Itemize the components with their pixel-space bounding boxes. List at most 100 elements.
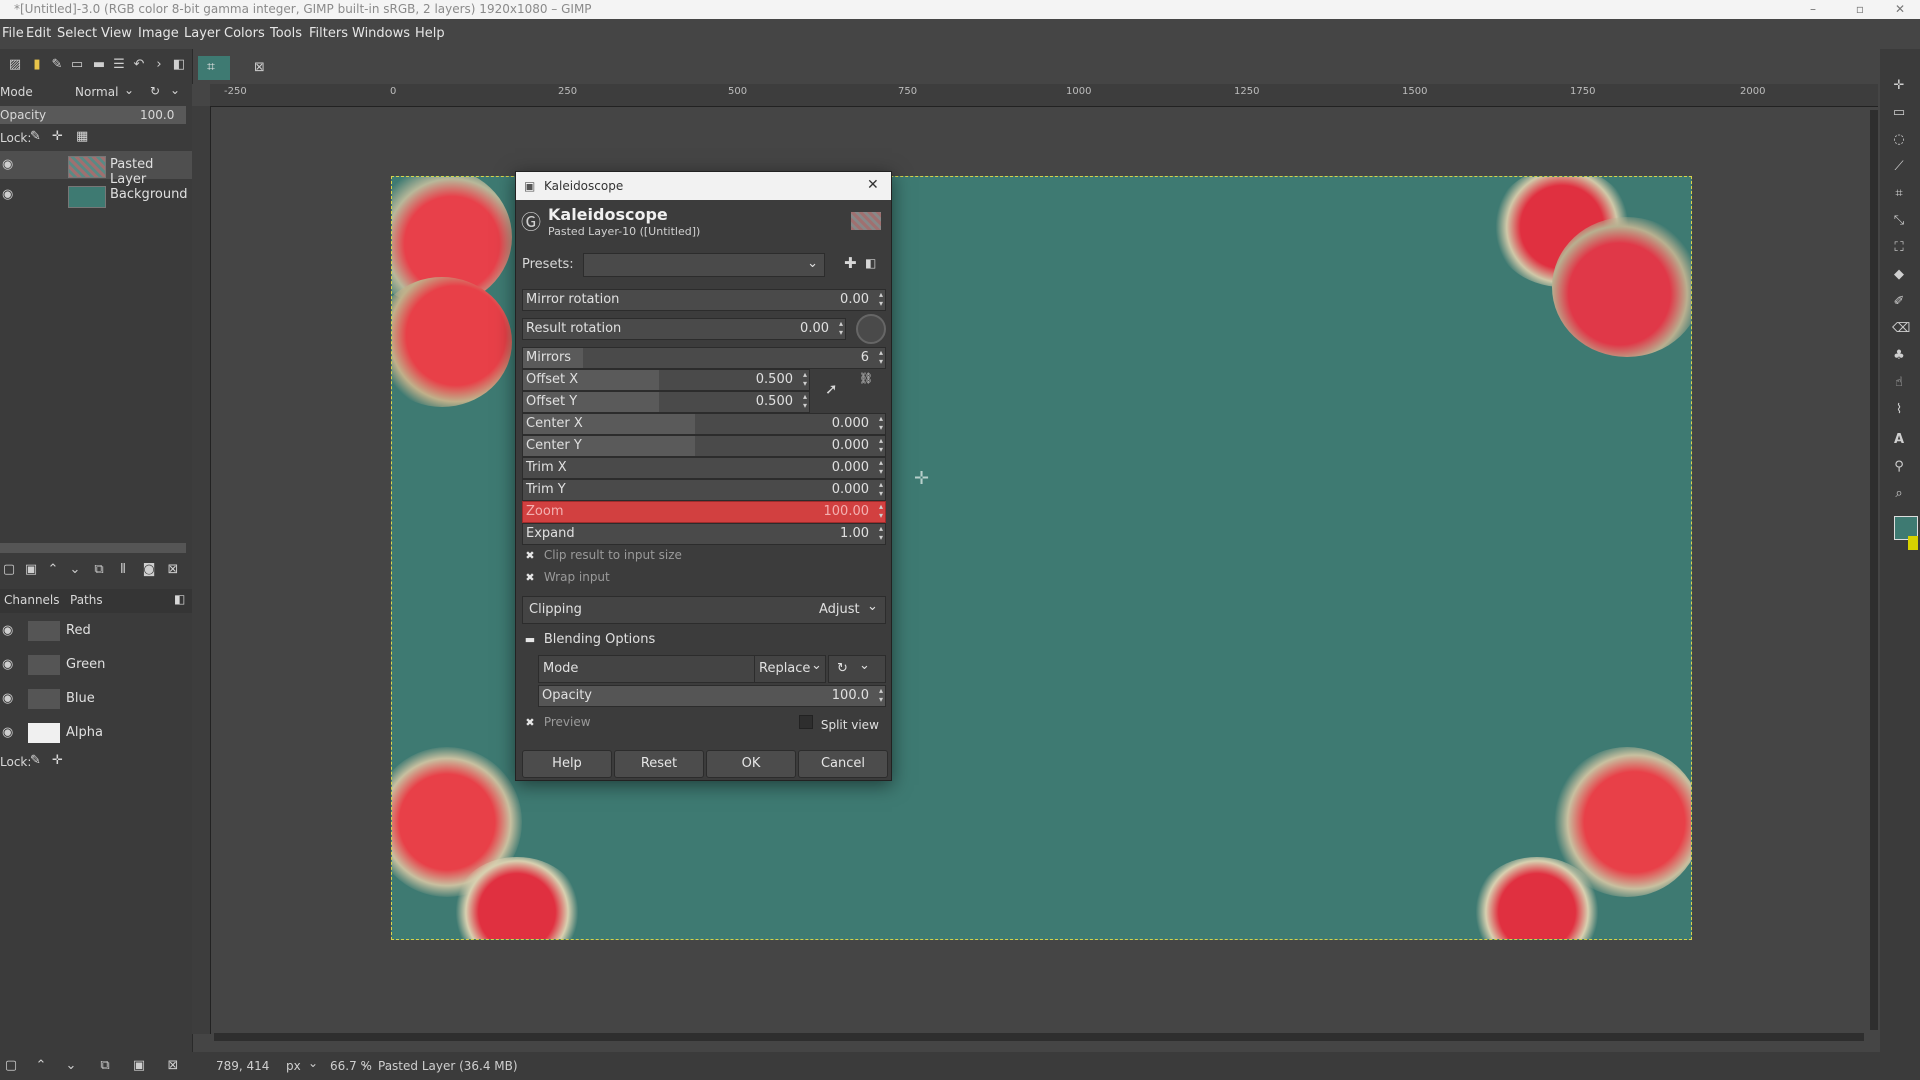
preview-checkbox[interactable]: ✖ Preview: [524, 715, 590, 729]
chevron-down-icon[interactable]: ⌄: [360, 1056, 370, 1070]
blend-opacity-slider[interactable]: Opacity 100.0 ▴ ▾: [538, 685, 886, 707]
bucket-fill-icon[interactable]: ◆: [1892, 268, 1906, 282]
lock-position-icon[interactable]: ✛: [52, 129, 63, 144]
background-color-swatch[interactable]: [1908, 536, 1918, 550]
panel-menu-icon[interactable]: ◧: [172, 58, 186, 72]
new-layer-group-icon[interactable]: ▢: [2, 563, 16, 577]
reset-mode-icon[interactable]: ↻: [150, 84, 160, 98]
split-view-checkbox[interactable]: Split view: [799, 715, 879, 732]
eye-icon[interactable]: ◉: [2, 623, 13, 638]
rect-select-icon[interactable]: ▭: [1892, 106, 1906, 120]
spin-arrows-icon[interactable]: ▴ ▾: [879, 686, 883, 704]
delete-channel-icon[interactable]: ⊠: [166, 1059, 180, 1073]
raise-channel-icon[interactable]: ⌃: [34, 1059, 48, 1073]
list-icon[interactable]: ☰: [112, 58, 126, 72]
presets-combo[interactable]: ⌄: [583, 253, 825, 277]
new-layer-icon[interactable]: ▣: [24, 563, 38, 577]
mask-icon[interactable]: ◙: [142, 563, 156, 577]
menu-layer[interactable]: Layer: [184, 26, 220, 41]
mode-value[interactable]: Normal: [75, 85, 118, 99]
menu-tools[interactable]: Tools: [270, 26, 302, 41]
eye-icon[interactable]: ◉: [2, 657, 13, 672]
offset-x-slider[interactable]: Offset X 0.500 ▴ ▾: [522, 369, 810, 391]
panel-menu-icon[interactable]: ◧: [174, 592, 185, 606]
offset-y-slider[interactable]: Offset Y 0.500 ▴ ▾: [522, 391, 810, 413]
channel-row[interactable]: ◉ Alpha: [0, 717, 192, 749]
new-channel-icon[interactable]: ▢: [4, 1059, 18, 1073]
spin-arrows-icon[interactable]: ▴ ▾: [803, 370, 807, 388]
menu-file[interactable]: File: [2, 26, 24, 41]
help-button[interactable]: Help: [522, 750, 612, 778]
clone-icon[interactable]: ♣: [1892, 349, 1906, 363]
monitor-icon[interactable]: ▭: [70, 58, 84, 72]
result-rotation-slider[interactable]: Result rotation 0.00 ▴ ▾: [522, 318, 846, 340]
paths-icon[interactable]: ⌇: [1892, 403, 1906, 417]
pick-coordinates-icon[interactable]: ➚: [825, 380, 838, 398]
minimize-icon[interactable]: –: [1793, 0, 1833, 19]
opacity-slider[interactable]: Opacity 100.0: [0, 106, 186, 124]
spin-arrows-icon[interactable]: ▴ ▾: [839, 319, 843, 337]
raise-layer-icon[interactable]: ⌃: [46, 563, 60, 577]
lock-pixels-icon[interactable]: ✎: [30, 129, 41, 144]
eye-icon[interactable]: ◉: [2, 691, 13, 706]
spin-arrows-icon[interactable]: ▴ ▾: [879, 290, 883, 308]
menu-filters[interactable]: Filters: [309, 26, 348, 41]
vertical-scrollbar[interactable]: [1870, 110, 1878, 1030]
trim-y-slider[interactable]: Trim Y 0.000 ▴ ▾: [522, 479, 886, 501]
reset-button[interactable]: Reset: [614, 750, 704, 778]
expand-slider[interactable]: Expand 1.00 ▴ ▾: [522, 523, 886, 545]
delete-layer-icon[interactable]: ⊠: [166, 563, 180, 577]
eye-icon[interactable]: ◉: [2, 725, 13, 740]
mirrors-slider[interactable]: Mirrors 6 ▴ ▾: [522, 347, 886, 369]
center-x-slider[interactable]: Center X 0.000 ▴ ▾: [522, 413, 886, 435]
ok-button[interactable]: OK: [706, 750, 796, 778]
horizontal-ruler[interactable]: -250 0 250 500 750 1000 1250 1500 1750 2…: [210, 84, 1878, 107]
chevron-down-icon[interactable]: ⌄: [124, 83, 134, 97]
dialog-titlebar[interactable]: ▣ Kaleidoscope ✕: [516, 172, 891, 200]
menu-help[interactable]: Help: [415, 26, 445, 41]
menu-edit[interactable]: Edit: [26, 26, 51, 41]
zoom-slider[interactable]: Zoom 100.00 ▴ ▾: [522, 501, 886, 523]
pencil-icon[interactable]: ✎: [50, 58, 64, 72]
menu-select[interactable]: Select: [57, 26, 97, 41]
spin-arrows-icon[interactable]: ▴ ▾: [879, 480, 883, 498]
center-y-slider[interactable]: Center Y 0.000 ▴ ▾: [522, 435, 886, 457]
spin-arrows-icon[interactable]: ▴ ▾: [803, 392, 807, 410]
duplicate-channel-icon[interactable]: ⧉: [98, 1059, 112, 1073]
image-icon[interactable]: ▬: [92, 58, 106, 72]
transform-icon[interactable]: ⤡: [1892, 214, 1906, 228]
layer-row[interactable]: ◉ Pasted Layer: [0, 151, 192, 187]
lower-channel-icon[interactable]: ⌄: [64, 1059, 78, 1073]
composite-mode-combo[interactable]: ↻ ⌄: [828, 655, 886, 683]
undo-icon[interactable]: ↶: [132, 58, 146, 72]
mirror-rotation-slider[interactable]: Mirror rotation 0.00 ▴ ▾: [522, 289, 886, 311]
maximize-icon[interactable]: ▫: [1840, 0, 1880, 19]
paintbrush-icon[interactable]: ✐: [1892, 295, 1906, 309]
spin-arrows-icon[interactable]: ▴ ▾: [879, 502, 883, 520]
eye-icon[interactable]: ◉: [2, 187, 18, 203]
image-tab[interactable]: ⌗: [198, 56, 230, 80]
trim-x-slider[interactable]: Trim X 0.000 ▴ ▾: [522, 457, 886, 479]
tab-channels[interactable]: Channels: [4, 593, 60, 607]
eye-icon[interactable]: ◉: [2, 157, 18, 173]
wrap-input-checkbox[interactable]: ✖ Wrap input: [524, 570, 609, 584]
blend-mode-combo[interactable]: Replace ⌄: [754, 655, 826, 683]
chevron-down-icon[interactable]: ⌄: [170, 83, 180, 97]
lock-position-icon[interactable]: ✛: [52, 753, 63, 768]
clip-result-checkbox[interactable]: ✖ Clip result to input size: [524, 548, 682, 562]
merge-layer-icon[interactable]: ⫴: [116, 563, 130, 577]
chain-link-icon[interactable]: ⛓: [859, 372, 873, 385]
lasso-icon[interactable]: ◌: [1892, 133, 1906, 147]
eraser-icon[interactable]: ⌫: [1892, 322, 1910, 336]
channel-row[interactable]: ◉ Blue: [0, 683, 192, 715]
spin-arrows-icon[interactable]: ▴ ▾: [879, 436, 883, 454]
channel-row[interactable]: ◉ Red: [0, 615, 192, 647]
brush-icon[interactable]: ▨: [8, 58, 22, 72]
horizontal-scrollbar[interactable]: [214, 1033, 1864, 1041]
layer-row[interactable]: ◉ Background: [0, 181, 192, 209]
vertical-ruler[interactable]: [192, 106, 211, 1034]
fuzzy-select-icon[interactable]: ⟋: [1892, 160, 1906, 174]
lock-alpha-icon[interactable]: ▦: [76, 129, 88, 144]
zoom-tool-icon[interactable]: ⌕: [1892, 487, 1906, 501]
pattern-icon[interactable]: ▮: [30, 58, 44, 72]
